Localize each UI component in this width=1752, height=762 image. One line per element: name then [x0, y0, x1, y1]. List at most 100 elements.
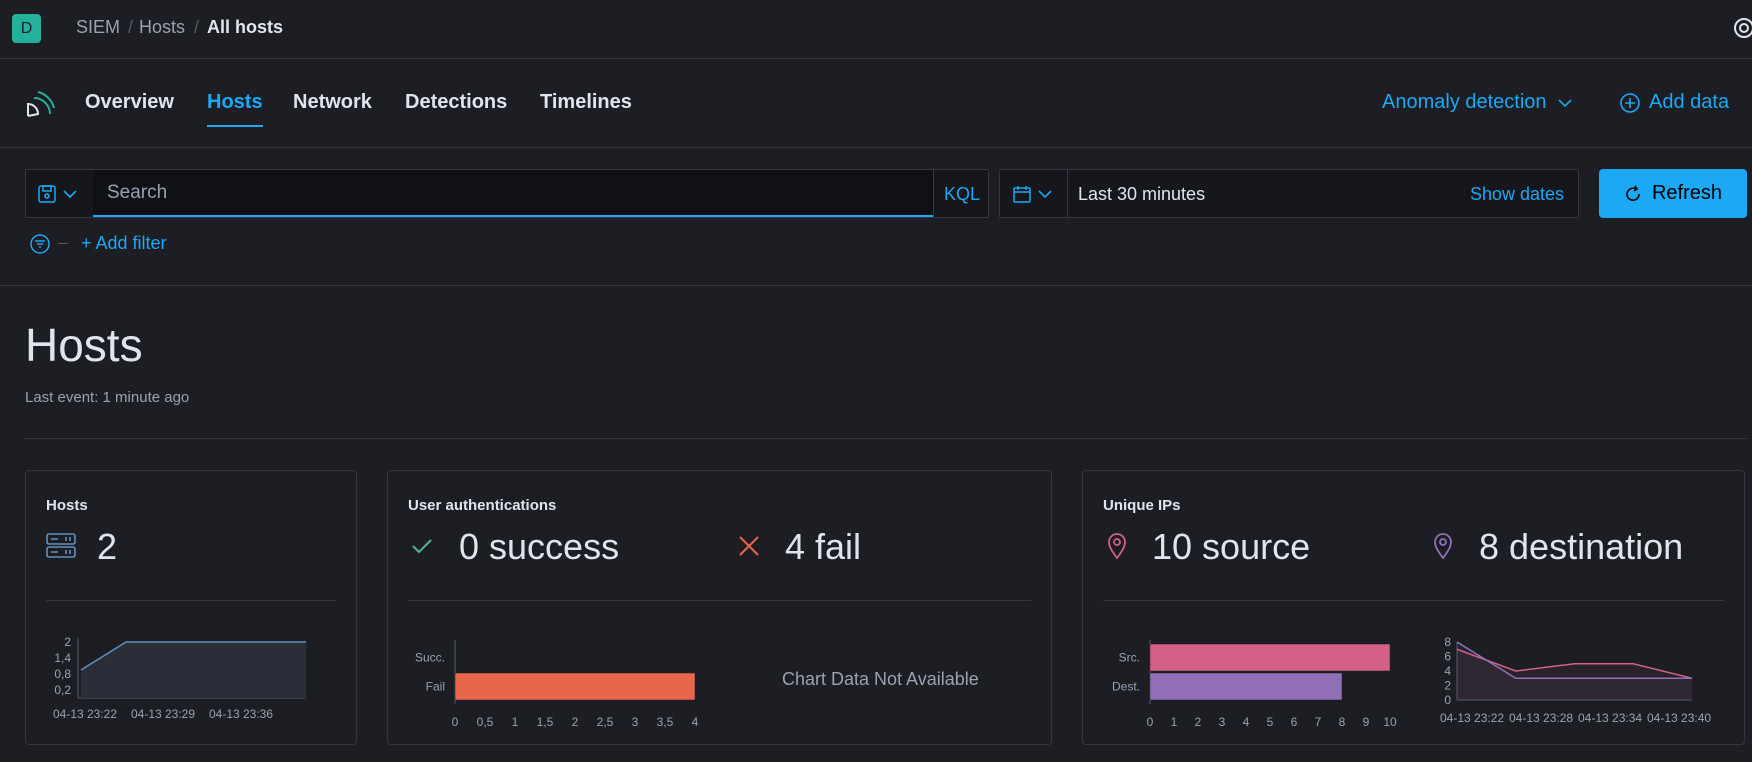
- auth-bar-chart: Succ. Fail 0 0,5 1 1,5 2 2,5 3 3,5 4: [415, 640, 699, 729]
- divider: [58, 243, 68, 244]
- y-tick-label: 6: [1444, 650, 1451, 664]
- x-tick-label: 04-13 23:34: [1578, 711, 1642, 725]
- y-tick-label: 0,2: [54, 683, 71, 697]
- x-tick-label: 4: [692, 715, 699, 729]
- x-tick-label: 9: [1363, 715, 1370, 729]
- x-tick-label: 04-13 23:28: [1509, 711, 1573, 725]
- page-title: Hosts: [25, 319, 143, 371]
- breadcrumb-all-hosts: All hosts: [207, 17, 284, 37]
- divider: [1067, 170, 1068, 217]
- x-tick-label: 4: [1243, 715, 1250, 729]
- search-input[interactable]: [93, 170, 933, 217]
- last-event-text: Last event: 1 minute ago: [25, 389, 190, 406]
- x-tick-label: 1: [1171, 715, 1178, 729]
- divider: [408, 600, 1031, 601]
- chevron-down-icon: [63, 190, 77, 199]
- x-tick-label: 3: [632, 715, 639, 729]
- category-label: Src.: [1119, 651, 1140, 665]
- server-icon: [46, 533, 76, 564]
- divider: [46, 600, 336, 601]
- y-tick-label: 2: [1444, 679, 1451, 693]
- bar: [1149, 672, 1343, 701]
- x-tick-label: 04-13 23:22: [1440, 711, 1504, 725]
- x-tick-label: 2,5: [597, 715, 614, 729]
- x-tick-label: 10: [1383, 715, 1397, 729]
- hosts-count: 2: [97, 526, 118, 567]
- category-label: Dest.: [1112, 680, 1140, 694]
- breadcrumb-hosts[interactable]: Hosts: [139, 17, 185, 38]
- map-marker-icon: [1106, 532, 1128, 565]
- x-tick-label: 04-13 23:36: [209, 707, 273, 721]
- show-dates-link[interactable]: Show dates: [1470, 184, 1564, 205]
- siem-logo-icon: [24, 88, 56, 125]
- add-data-button[interactable]: Add data: [1619, 91, 1729, 114]
- x-tick-label: 2: [572, 715, 579, 729]
- x-tick-label: 3: [1219, 715, 1226, 729]
- divider: [933, 170, 934, 217]
- tab-network[interactable]: Network: [293, 91, 372, 114]
- ips-bar-chart: Src. Dest. 0 1 2 3 4 5 6 7 8 9 10: [1112, 640, 1397, 729]
- chevron-down-icon: [1038, 190, 1052, 199]
- bar: [1149, 643, 1391, 672]
- active-tab-indicator: [207, 125, 263, 127]
- chart-unavailable-text: Chart Data Not Available: [782, 669, 979, 689]
- x-tick-label: 1: [512, 715, 519, 729]
- divider: [25, 438, 1747, 439]
- anomaly-detection-label: Anomaly detection: [1382, 91, 1547, 113]
- saved-query-button[interactable]: [37, 184, 77, 204]
- chevron-down-icon: [1557, 98, 1572, 107]
- y-tick-label: 8: [1444, 635, 1451, 649]
- x-tick-label: 04-13 23:29: [131, 707, 195, 721]
- destination-ips-stat: 8 destination: [1479, 526, 1684, 567]
- tab-detections[interactable]: Detections: [405, 91, 507, 114]
- x-tick-label: 04-13 23:40: [1647, 711, 1711, 725]
- add-filter-button[interactable]: + Add filter: [81, 233, 167, 254]
- time-range-text[interactable]: Last 30 minutes: [1078, 184, 1205, 205]
- x-tick-label: 0,5: [477, 715, 494, 729]
- x-tick-label: 7: [1315, 715, 1322, 729]
- x-tick-label: 5: [1267, 715, 1274, 729]
- category-label: Fail: [426, 680, 445, 694]
- calendar-icon: [1013, 186, 1031, 203]
- space-avatar[interactable]: D: [12, 14, 41, 43]
- map-marker-icon: [1432, 532, 1454, 565]
- refresh-icon: [1626, 185, 1640, 201]
- kql-toggle[interactable]: KQL: [944, 184, 980, 205]
- x-tick-label: 0: [452, 715, 459, 729]
- tab-overview[interactable]: Overview: [85, 91, 174, 114]
- tab-timelines[interactable]: Timelines: [540, 91, 632, 114]
- auth-success-stat: 0 success: [459, 526, 620, 567]
- divider: [0, 285, 1752, 286]
- refresh-label: Refresh: [1651, 182, 1723, 204]
- anomaly-detection-button[interactable]: Anomaly detection: [1382, 91, 1573, 114]
- ips-line-chart: 86420 04-13 23:22 04-13 23:28 04-13 23:34 04…: [1440, 635, 1711, 725]
- tab-hosts[interactable]: Hosts: [207, 91, 263, 114]
- user-auth-panel-title: User authentications: [408, 497, 557, 514]
- x-tick-label: 2: [1195, 715, 1202, 729]
- hosts-area: [81, 642, 306, 698]
- y-tick-label: 0,8: [54, 667, 71, 681]
- breadcrumb-separator: /: [128, 17, 134, 37]
- breadcrumb-siem[interactable]: SIEM: [76, 17, 120, 38]
- x-tick-label: 0: [1147, 715, 1154, 729]
- hosts-panel-title: Hosts: [46, 497, 88, 514]
- bar: [454, 672, 696, 701]
- x-tick-label: 04-13 23:22: [53, 707, 117, 721]
- x-tick-label: 6: [1291, 715, 1298, 729]
- save-icon: [38, 185, 56, 203]
- x-tick-label: 1,5: [537, 715, 554, 729]
- y-tick-label: 2: [64, 635, 71, 649]
- help-icon[interactable]: [1732, 16, 1752, 45]
- auth-fail-stat: 4 fail: [785, 526, 862, 567]
- y-tick-label: 1,4: [54, 651, 71, 665]
- cross-icon: [737, 535, 761, 562]
- check-icon: [410, 535, 434, 562]
- x-tick-label: 3,5: [657, 715, 674, 729]
- y-tick-label: 0: [1444, 693, 1451, 707]
- y-tick-label: 4: [1444, 664, 1451, 678]
- refresh-button[interactable]: Refresh: [1599, 169, 1747, 218]
- breadcrumb-separator: /: [194, 17, 200, 37]
- x-tick-label: 8: [1339, 715, 1346, 729]
- filter-icon[interactable]: [29, 233, 51, 260]
- quick-date-menu-button[interactable]: [1012, 184, 1052, 204]
